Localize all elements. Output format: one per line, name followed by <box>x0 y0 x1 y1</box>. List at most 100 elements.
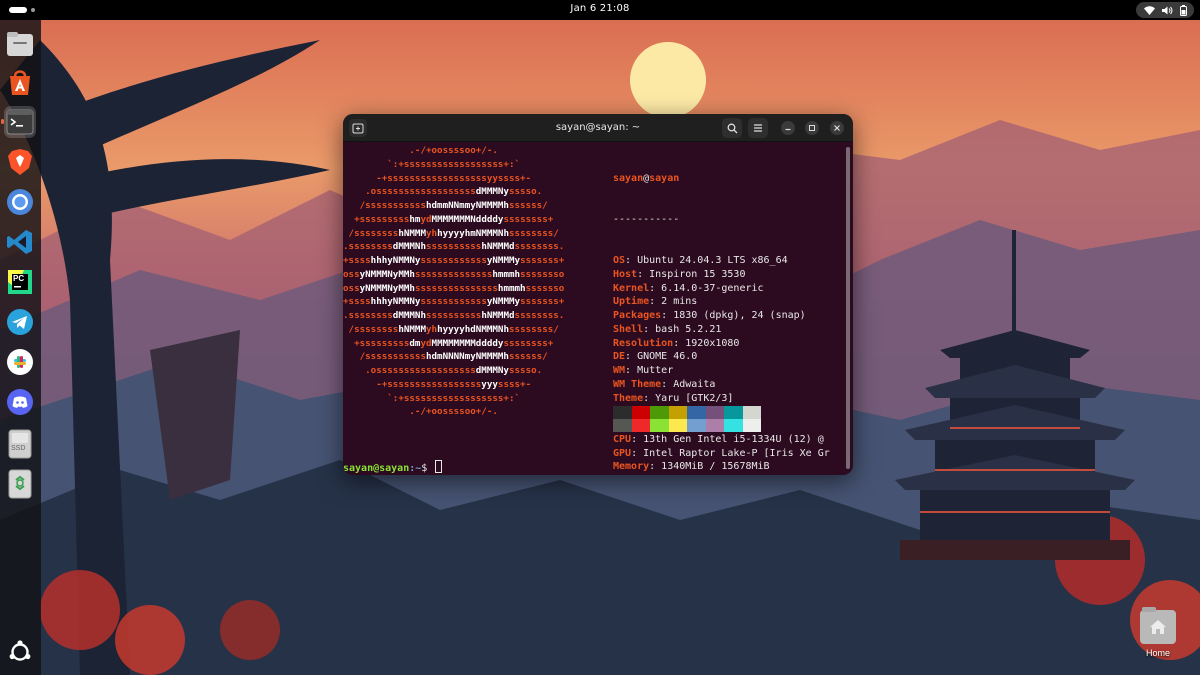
color-swatch <box>724 419 743 432</box>
logo-line: ossyNMMMNyMMhsssssssssssssshmmmhssssssso <box>343 268 565 280</box>
trash-icon <box>8 469 32 499</box>
brave-icon <box>8 149 32 175</box>
dock-item-discord[interactable] <box>4 386 36 418</box>
logo-line: /sssssssshNMMMyhhyyyyhmNMMMNhssssssss/ <box>343 227 559 239</box>
info-row: Memory: 1340MiB / 15678MiB <box>613 461 770 473</box>
dock-item-vscode[interactable] <box>4 226 36 258</box>
color-swatch <box>668 406 687 419</box>
info-row: GPU: Intel Raptor Lake-P [Iris Xe Gr <box>613 447 830 459</box>
info-value: 2 mins <box>661 296 698 308</box>
info-value: 13th Gen Intel i5-1334U (12) @ <box>643 433 824 445</box>
slack-icon <box>7 349 33 375</box>
dock-item-ssd-drive[interactable]: SSD <box>4 428 36 460</box>
info-key: CPU <box>613 433 632 445</box>
dock-item-terminal[interactable] <box>1 106 36 138</box>
clock[interactable]: Jan 6 21:08 <box>0 3 1200 14</box>
info-key: WM Theme <box>613 378 662 390</box>
desktop-home-folder[interactable]: Home <box>1138 607 1178 662</box>
info-row: Shell: bash 5.2.21 <box>613 323 722 335</box>
top-bar: Jan 6 21:08 <box>0 0 1200 20</box>
wifi-icon <box>1143 5 1155 15</box>
info-user: sayan <box>613 172 644 184</box>
minimize-button[interactable] <box>781 121 795 135</box>
drive-icon <box>8 429 32 459</box>
info-key: Resolution <box>613 337 674 349</box>
pycharm-label: PC <box>13 274 25 283</box>
logo-line: .ossssssssssssssssssdMMMNysssso. <box>343 365 543 376</box>
info-key: WM <box>613 365 626 376</box>
dock-item-brave[interactable] <box>4 146 36 178</box>
logo-line: `:+ssssssssssssssssss+:` <box>343 392 521 404</box>
info-key: DE <box>613 351 626 363</box>
logo-line: /ssssssssssshdmmNNmmyNMMMMhssssss/ <box>343 200 548 211</box>
info-user-host: sayan@sayan <box>613 172 839 186</box>
color-swatch <box>650 419 669 432</box>
color-swatch <box>705 419 724 432</box>
info-row: WM Theme: Adwaita <box>613 378 716 390</box>
info-row: Kernel: 6.14.0-37-generic <box>613 282 764 294</box>
maximize-button[interactable] <box>805 121 819 135</box>
dock-item-trash[interactable] <box>4 468 36 500</box>
logo-line: ossyNMMMNyMMhssssssssssssssshmmmhsssssso <box>343 282 565 294</box>
logo-line: +sssshhhyNMMNyssssssssssssyNMMMysssssss+ <box>343 296 565 308</box>
color-swatch <box>742 419 761 432</box>
info-key: Uptime <box>613 296 650 308</box>
terminal-window[interactable]: sayan@sayan: ~ .-/+oossssoo+/-. `:+sssss… <box>343 114 853 475</box>
app-center-icon <box>10 70 30 95</box>
info-value: Mutter <box>637 365 674 376</box>
house-icon <box>1150 620 1166 634</box>
sun-shape <box>630 42 706 118</box>
prompt-user: sayan@sayan <box>343 463 410 474</box>
close-icon <box>834 125 840 131</box>
info-row: Host: Inspiron 15 3530 <box>613 268 746 280</box>
shell-prompt[interactable]: sayan@sayan:~$ <box>343 460 443 475</box>
info-value: Adwaita <box>673 378 716 390</box>
logo-line: /ssssssssssshdmNNNNmyNMMMMhssssss/ <box>343 351 548 363</box>
show-apps-button[interactable] <box>4 636 36 668</box>
logo-line: .ssssssssdMMMNhsssssssssshNMMMdssssssss. <box>343 241 565 253</box>
info-value: GNOME 46.0 <box>637 351 698 363</box>
close-button[interactable] <box>830 121 844 135</box>
info-host: sayan <box>649 172 680 184</box>
system-status-area[interactable] <box>1136 2 1194 18</box>
info-value: 1830 (dpkg), 24 (snap) <box>673 310 806 321</box>
color-swatch <box>668 419 687 432</box>
dock-item-pycharm[interactable]: PC <box>4 266 36 298</box>
info-key: Shell <box>613 323 644 335</box>
search-button[interactable] <box>722 118 742 138</box>
info-key: Memory <box>613 461 650 473</box>
color-swatch <box>705 406 724 419</box>
running-indicator <box>1 119 4 124</box>
chromium-icon <box>7 189 33 215</box>
terminal-output[interactable]: .-/+oossssoo+/-. `:+ssssssssssssssssss+:… <box>343 142 853 475</box>
color-swatch <box>613 419 632 432</box>
info-value: Yaru [GTK2/3] <box>655 392 734 404</box>
terminal-titlebar[interactable]: sayan@sayan: ~ <box>343 114 853 142</box>
logo-line: -+sssssssssssssssssyyyssss+- <box>343 378 532 390</box>
terminal-scrollbar[interactable] <box>846 147 850 469</box>
logo-line: +sssshhhyNMMNyssssssssssssyNMMMysssssss+ <box>343 255 565 266</box>
info-value: 1920x1080 <box>685 337 740 349</box>
dock-item-files[interactable] <box>4 28 36 60</box>
dock-item-telegram[interactable] <box>4 306 36 338</box>
logo-line: .ossssssssssssssssssdMMMNysssso. <box>343 186 543 198</box>
color-swatch <box>631 419 650 432</box>
color-swatch <box>687 419 706 432</box>
info-row: Packages: 1830 (dpkg), 24 (snap) <box>613 310 806 321</box>
info-key: OS <box>613 255 626 266</box>
ssd-label: SSD <box>11 445 26 452</box>
info-key: Packages <box>613 310 662 321</box>
maximize-icon <box>809 125 815 131</box>
dock-item-chromium[interactable] <box>4 186 36 218</box>
palette-row-normal <box>613 406 761 419</box>
info-value: Intel Raptor Lake-P [Iris Xe Gr <box>643 447 830 459</box>
volume-icon <box>1161 6 1173 15</box>
palette-row-bright <box>613 419 761 432</box>
logo-line: .ssssssssdMMMNhsssssssssshNMMMdssssssss. <box>343 310 565 321</box>
dock-item-app-center[interactable] <box>4 66 36 98</box>
menu-button[interactable] <box>748 118 768 138</box>
dock-item-slack[interactable] <box>4 346 36 378</box>
search-icon <box>727 123 737 133</box>
info-value: bash 5.2.21 <box>655 323 722 335</box>
logo-line: /sssssssshNMMMyhhyyyyhdNMMMNhssssssss/ <box>343 323 559 335</box>
